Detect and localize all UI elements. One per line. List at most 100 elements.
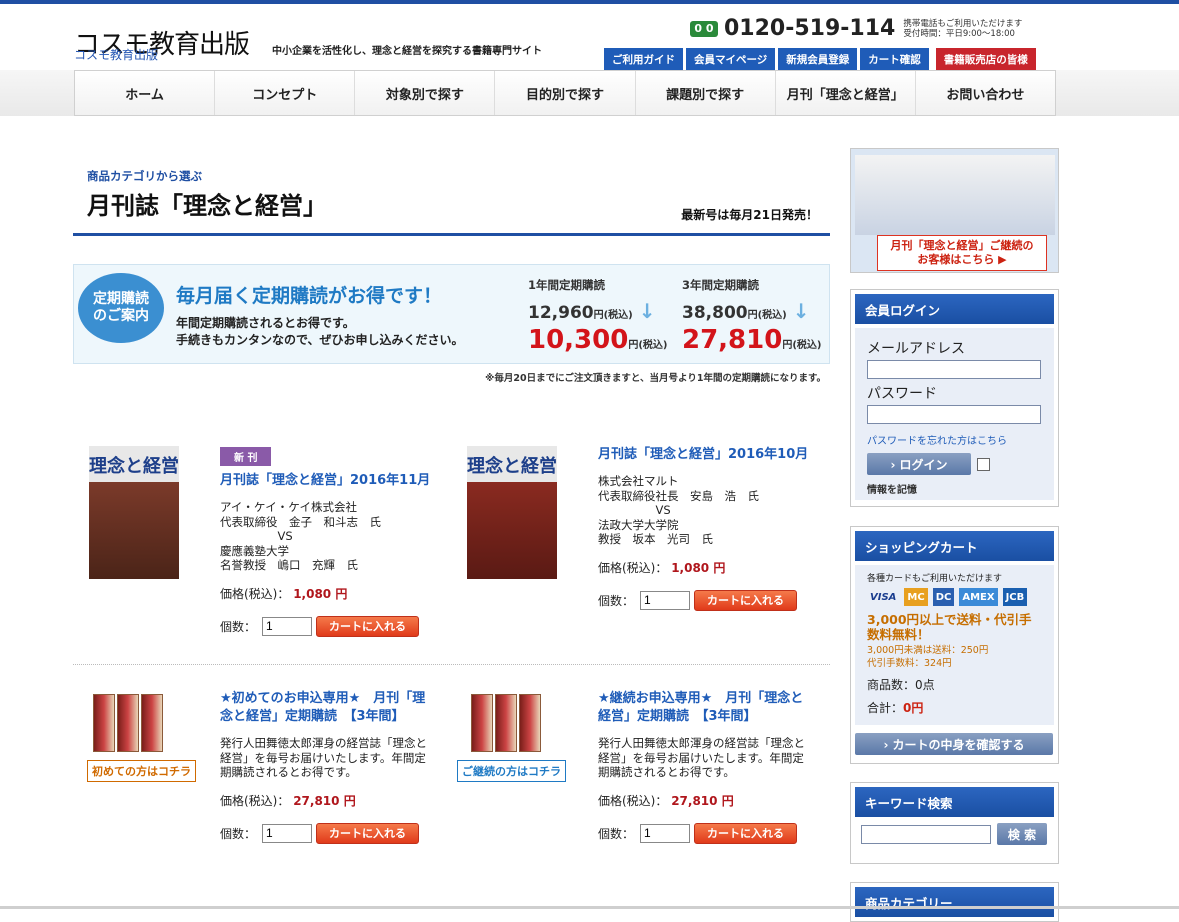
plan-1-label: 1年間定期購読	[528, 278, 606, 292]
product-thumbnail[interactable]: 理念と経営	[89, 446, 179, 579]
product-info: 新 刊 月刊誌「理念と経営」2016年11月 アイ・ケイ・ケイ株式会社 代表取締…	[220, 446, 435, 637]
quantity-row: 個数： カートに入れる	[598, 589, 813, 611]
nav-by-target[interactable]: 対象別で探す	[355, 71, 496, 115]
plan-3-label: 3年間定期購読	[682, 278, 760, 292]
product-thumbnail[interactable]: ご継続の方はコチラ	[457, 690, 566, 782]
promo-badge-line2: のご案内	[93, 308, 149, 324]
amex-icon: AMEX	[959, 588, 998, 606]
view-cart-button[interactable]: › カートの中身を確認する	[855, 733, 1053, 755]
quantity-input[interactable]	[640, 590, 691, 610]
product-thumbnail[interactable]: 初めての方はコチラ	[87, 690, 196, 782]
cart-count-label: 商品数：	[867, 678, 916, 692]
plan-1-new-price: 10,300円(税込)	[528, 325, 667, 355]
jcb-icon: JCB	[1002, 588, 1028, 606]
box-spine	[495, 694, 517, 752]
logo-alt-text[interactable]: コスモ教育出版	[74, 46, 158, 63]
nav-by-purpose[interactable]: 目的別で探す	[495, 71, 636, 115]
magazine-cover-image[interactable]: 理念と経営	[467, 446, 557, 579]
subscription-box-image[interactable]: ご継続の方はコチラ	[457, 690, 566, 782]
add-to-cart-button[interactable]: カートに入れる	[316, 822, 420, 844]
product-description: 株式会社マルト 代表取締役社長 安島 浩 氏 VS 法政大学大学院 教授 坂本 …	[598, 474, 759, 546]
guide-link[interactable]: ご利用ガイド	[604, 48, 683, 70]
price-label: 価格(税込)：	[598, 793, 668, 808]
add-to-cart-button[interactable]: カートに入れる	[316, 615, 420, 637]
nav-concept[interactable]: コンセプト	[215, 71, 356, 115]
quantity-input[interactable]	[640, 823, 691, 843]
retailer-link[interactable]: 書籍販売店の皆様	[935, 48, 1036, 70]
phone-number: 0120-519-114	[724, 16, 896, 41]
product-thumbnail[interactable]: 理念と経営	[467, 446, 557, 579]
quantity-input[interactable]	[262, 616, 313, 636]
first-time-label: 初めての方はコチラ	[87, 760, 196, 782]
box-spine	[93, 694, 115, 752]
cart-total-value: 0円	[903, 701, 924, 715]
remember-checkbox[interactable]	[977, 457, 990, 471]
new-release-badge: 新 刊	[220, 447, 272, 466]
mastercard-icon: MC	[904, 588, 928, 606]
quantity-label: 個数：	[220, 619, 257, 634]
cart-count-value: 0点	[915, 678, 935, 692]
remember-label: 情報を記憶	[867, 485, 917, 496]
product-price: 価格(税込)： 1,080 円	[220, 585, 435, 602]
cards-note: 各種カードもご利用いただけます	[867, 574, 1003, 584]
price-label: 価格(税込)：	[220, 793, 290, 808]
cart-check-link[interactable]: カート確認	[860, 48, 929, 70]
cover-photo	[467, 482, 557, 579]
promo-headline: 毎月届く定期購読がお得です！	[176, 285, 443, 307]
password-field[interactable]	[867, 405, 1041, 424]
product-info: 月刊誌「理念と経営」2016年10月 株式会社マルト 代表取締役社長 安島 浩 …	[598, 446, 813, 611]
nav-monthly-magazine[interactable]: 月刊「理念と経営」	[776, 71, 916, 115]
magazine-cover-image[interactable]: 理念と経営	[89, 446, 179, 579]
cover-photo	[89, 482, 179, 579]
plan-3-old-unit: 円(税込)	[747, 310, 787, 321]
login-row: › ログイン	[867, 453, 1042, 475]
product-category-widget: 商品カテゴリー	[850, 882, 1059, 922]
quantity-label: 個数：	[220, 826, 257, 841]
box-spine	[471, 694, 493, 752]
product-item: 理念と経営 月刊誌「理念と経営」2016年10月 株式会社マルト 代表取締役社長…	[451, 446, 821, 661]
visa-icon: VISA	[870, 591, 897, 603]
keyword-search-widget: キーワード検索 検 索	[850, 782, 1059, 864]
subscription-promo-banner[interactable]: 定期購読 のご案内 毎月届く定期購読がお得です！ 年間定期購読されるとお得です。…	[73, 264, 830, 364]
add-to-cart-button[interactable]: カートに入れる	[694, 822, 798, 844]
email-field[interactable]	[867, 360, 1041, 379]
shopping-cart-widget: ショッピングカート 各種カードもご利用いただけます VISA MC DC AME…	[850, 526, 1059, 764]
search-button[interactable]: 検 索	[997, 823, 1047, 845]
search-input[interactable]	[861, 824, 991, 844]
nav-contact[interactable]: お問い合わせ	[916, 71, 1055, 115]
promo-badge-line1: 定期購読	[93, 291, 149, 307]
box-spine	[141, 694, 163, 752]
plan-3-old-value: 38,800	[682, 303, 748, 323]
product-price: 価格(税込)： 1,080 円	[598, 559, 813, 576]
add-to-cart-button[interactable]: カートに入れる	[694, 589, 798, 611]
category-widget-title: 商品カテゴリー	[855, 887, 1054, 917]
nav-home[interactable]: ホーム	[75, 71, 216, 115]
product-price: 価格(税込)： 27,810 円	[220, 792, 435, 809]
continuing-subscriber-banner[interactable]: 月刊「理念と経営」ご継続の お客様はこちら ▶	[850, 148, 1059, 273]
forgot-password-link[interactable]: パスワードを忘れた方はこちら	[867, 432, 1042, 447]
product-title-link[interactable]: 月刊誌「理念と経営」2016年11月	[220, 472, 435, 490]
product-title-link[interactable]: ★初めてのお申込専用★ 月刊「理念と経営」定期購読 【3年間】	[220, 690, 435, 726]
promo-desc-line1: 年間定期購読されるとお得です。	[176, 316, 355, 330]
product-title-link[interactable]: 月刊誌「理念と経営」2016年10月	[598, 446, 813, 464]
quantity-input[interactable]	[262, 823, 313, 843]
quantity-row: 個数： カートに入れる	[220, 822, 435, 844]
free-shipping-note: 3,000円以上で送料・代引手数料無料！	[867, 612, 1032, 642]
cod-fee: 代引手数料：324円	[867, 658, 952, 669]
plan-1-new-value: 10,300	[528, 325, 629, 355]
login-button[interactable]: › ログイン	[867, 453, 971, 475]
promo-desc-line2: 手続きもカンタンなので、ぜひお申し込みください。	[176, 333, 464, 347]
product-title-link[interactable]: ★継続お申込専用★ 月刊「理念と経営」定期購読 【3年間】	[598, 690, 813, 726]
nav-by-issue[interactable]: 課題別で探す	[636, 71, 776, 115]
cart-title: ショッピングカート	[855, 531, 1054, 561]
freedial-icon: 0 0	[690, 20, 718, 37]
phone-contact: 0 0 0120-519-114 携帯電話もご利用いただけます 受付時間：平日9…	[690, 16, 1022, 41]
cart-body: 各種カードもご利用いただけます VISA MC DC AMEX JCB 3,00…	[855, 565, 1054, 725]
register-link[interactable]: 新規会員登録	[778, 48, 858, 70]
card-logos: VISA MC DC AMEX JCB	[867, 588, 1042, 606]
plan-3-year: 3年間定期購読 38,800円(税込) ↓ 27,810円(税込)	[682, 277, 821, 355]
mypage-link[interactable]: 会員マイページ	[686, 48, 776, 70]
subscription-box-image[interactable]: 初めての方はコチラ	[87, 690, 196, 782]
promo-badge: 定期購読 のご案内	[78, 273, 164, 343]
product-item: 初めての方はコチラ ★初めてのお申込専用★ 月刊「理念と経営」定期購読 【3年間…	[73, 690, 443, 870]
